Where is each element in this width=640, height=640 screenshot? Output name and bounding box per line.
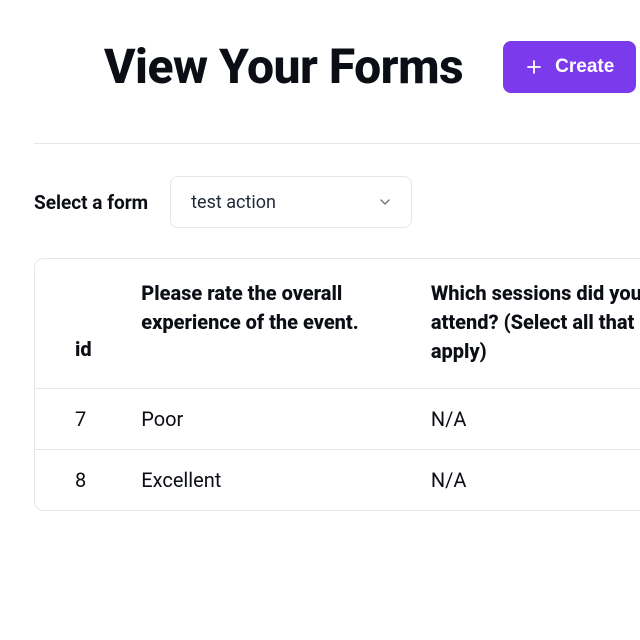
table-row: 7 Poor N/A networking (35, 389, 640, 450)
plus-icon (525, 58, 543, 76)
table-row: 8 Excellent N/A job (35, 450, 640, 511)
chevron-down-icon (377, 194, 393, 210)
header-divider (34, 143, 640, 144)
col-header-sessions: Which sessions did you attend? (Select a… (413, 259, 640, 389)
responses-table: id Please rate the overall experience of… (34, 258, 640, 511)
create-button[interactable]: Create (503, 41, 636, 93)
form-selector[interactable]: test action (170, 176, 412, 228)
col-header-id: id (35, 259, 123, 389)
col-header-rate: Please rate the overall experience of th… (123, 259, 413, 389)
cell-rate: Excellent (123, 450, 413, 511)
cell-sessions: N/A (413, 389, 640, 450)
form-selector-value: test action (191, 192, 276, 213)
page-title: View Your Forms (104, 38, 463, 95)
form-selector-label: Select a form (34, 191, 148, 214)
cell-rate: Poor (123, 389, 413, 450)
table-header-row: id Please rate the overall experience of… (35, 259, 640, 389)
cell-id: 7 (35, 389, 123, 450)
cell-sessions: N/A (413, 450, 640, 511)
cell-id: 8 (35, 450, 123, 511)
create-button-label: Create (555, 56, 614, 78)
